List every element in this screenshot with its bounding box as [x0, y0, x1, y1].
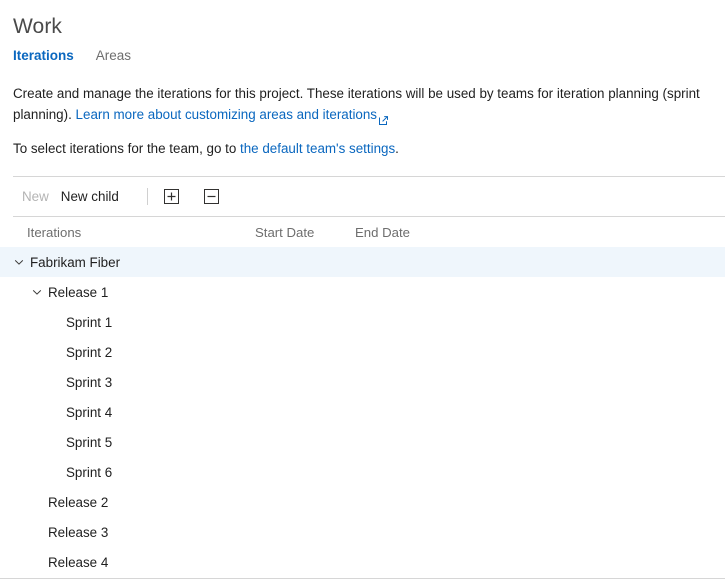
grid-row-label: Release 4 — [48, 555, 108, 570]
tree-spacer — [47, 464, 63, 480]
description-paragraph-1: Create and manage the iterations for thi… — [13, 83, 711, 125]
grid-cell-name: Release 1 — [0, 284, 255, 300]
column-header-end-date[interactable]: End Date — [355, 225, 455, 240]
tree-spacer — [47, 344, 63, 360]
grid-row[interactable]: Sprint 5 — [0, 427, 725, 457]
learn-more-link[interactable]: Learn more about customizing areas and i… — [76, 107, 388, 122]
description-text-3: . — [395, 141, 399, 156]
grid-row[interactable]: Sprint 1 — [0, 307, 725, 337]
grid-cell-name: Sprint 5 — [0, 434, 255, 450]
tree-spacer — [29, 524, 45, 540]
description-paragraph-2: To select iterations for the team, go to… — [13, 138, 711, 159]
grid-row[interactable]: Sprint 2 — [0, 337, 725, 367]
grid-row-label: Release 3 — [48, 525, 108, 540]
tab-iterations[interactable]: Iterations — [13, 47, 74, 67]
grid-row-label: Release 1 — [48, 285, 108, 300]
grid-cell-name: Release 2 — [0, 494, 255, 510]
toolbar-separator — [147, 188, 148, 205]
grid-row-label: Sprint 5 — [66, 435, 112, 450]
tree-spacer — [47, 314, 63, 330]
default-team-settings-link[interactable]: the default team's settings — [240, 141, 395, 156]
grid-header-row: Iterations Start Date End Date — [0, 217, 725, 247]
tab-areas[interactable]: Areas — [96, 47, 131, 67]
description-text-2: To select iterations for the team, go to — [13, 141, 240, 156]
grid-cell-name: Release 4 — [0, 554, 255, 570]
grid-cell-name: Fabrikam Fiber — [0, 254, 255, 270]
column-header-iterations[interactable]: Iterations — [0, 225, 255, 240]
tab-bar: Iterations Areas — [0, 41, 725, 67]
expand-all-plus-icon[interactable] — [161, 186, 183, 208]
grid-cell-name: Sprint 6 — [0, 464, 255, 480]
grid-row[interactable]: Sprint 4 — [0, 397, 725, 427]
chevron-down-icon[interactable] — [29, 284, 45, 300]
grid-row[interactable]: Sprint 3 — [0, 367, 725, 397]
tree-spacer — [47, 374, 63, 390]
grid-row-label: Release 2 — [48, 495, 108, 510]
grid-row[interactable]: Release 2 — [0, 487, 725, 517]
grid-row-label: Sprint 2 — [66, 345, 112, 360]
column-header-start-date[interactable]: Start Date — [255, 225, 355, 240]
grid-row[interactable]: Release 1 — [0, 277, 725, 307]
learn-more-link-label: Learn more about customizing areas and i… — [76, 107, 377, 122]
tree-spacer — [47, 404, 63, 420]
grid-cell-name: Sprint 2 — [0, 344, 255, 360]
grid-row[interactable]: Fabrikam Fiber — [0, 247, 725, 277]
grid-cell-name: Release 3 — [0, 524, 255, 540]
grid-row[interactable]: Sprint 6 — [0, 457, 725, 487]
grid-cell-name: Sprint 3 — [0, 374, 255, 390]
grid-row-label: Fabrikam Fiber — [30, 255, 120, 270]
grid-row-label: Sprint 1 — [66, 315, 112, 330]
description-block: Create and manage the iterations for thi… — [0, 67, 725, 159]
grid-row[interactable]: Release 3 — [0, 517, 725, 547]
collapse-all-minus-icon[interactable] — [201, 186, 223, 208]
new-child-button[interactable]: New child — [55, 184, 125, 210]
grid-row-label: Sprint 6 — [66, 465, 112, 480]
grid-row-label: Sprint 3 — [66, 375, 112, 390]
tree-spacer — [29, 494, 45, 510]
grid-cell-name: Sprint 4 — [0, 404, 255, 420]
bottom-divider — [0, 578, 725, 579]
page-title: Work — [0, 0, 725, 41]
grid-cell-name: Sprint 1 — [0, 314, 255, 330]
new-button[interactable]: New — [16, 184, 55, 210]
tree-spacer — [47, 434, 63, 450]
grid-body: Fabrikam Fiber Release 1 Sprint 1 Sprint 2 S… — [0, 247, 725, 577]
grid-toolbar: New New child — [0, 177, 725, 216]
tree-spacer — [29, 554, 45, 570]
chevron-down-icon[interactable] — [11, 254, 27, 270]
iterations-grid: Iterations Start Date End Date Fabrikam … — [0, 217, 725, 577]
grid-row-label: Sprint 4 — [66, 405, 112, 420]
external-link-icon — [379, 110, 388, 119]
grid-row[interactable]: Release 4 — [0, 547, 725, 577]
